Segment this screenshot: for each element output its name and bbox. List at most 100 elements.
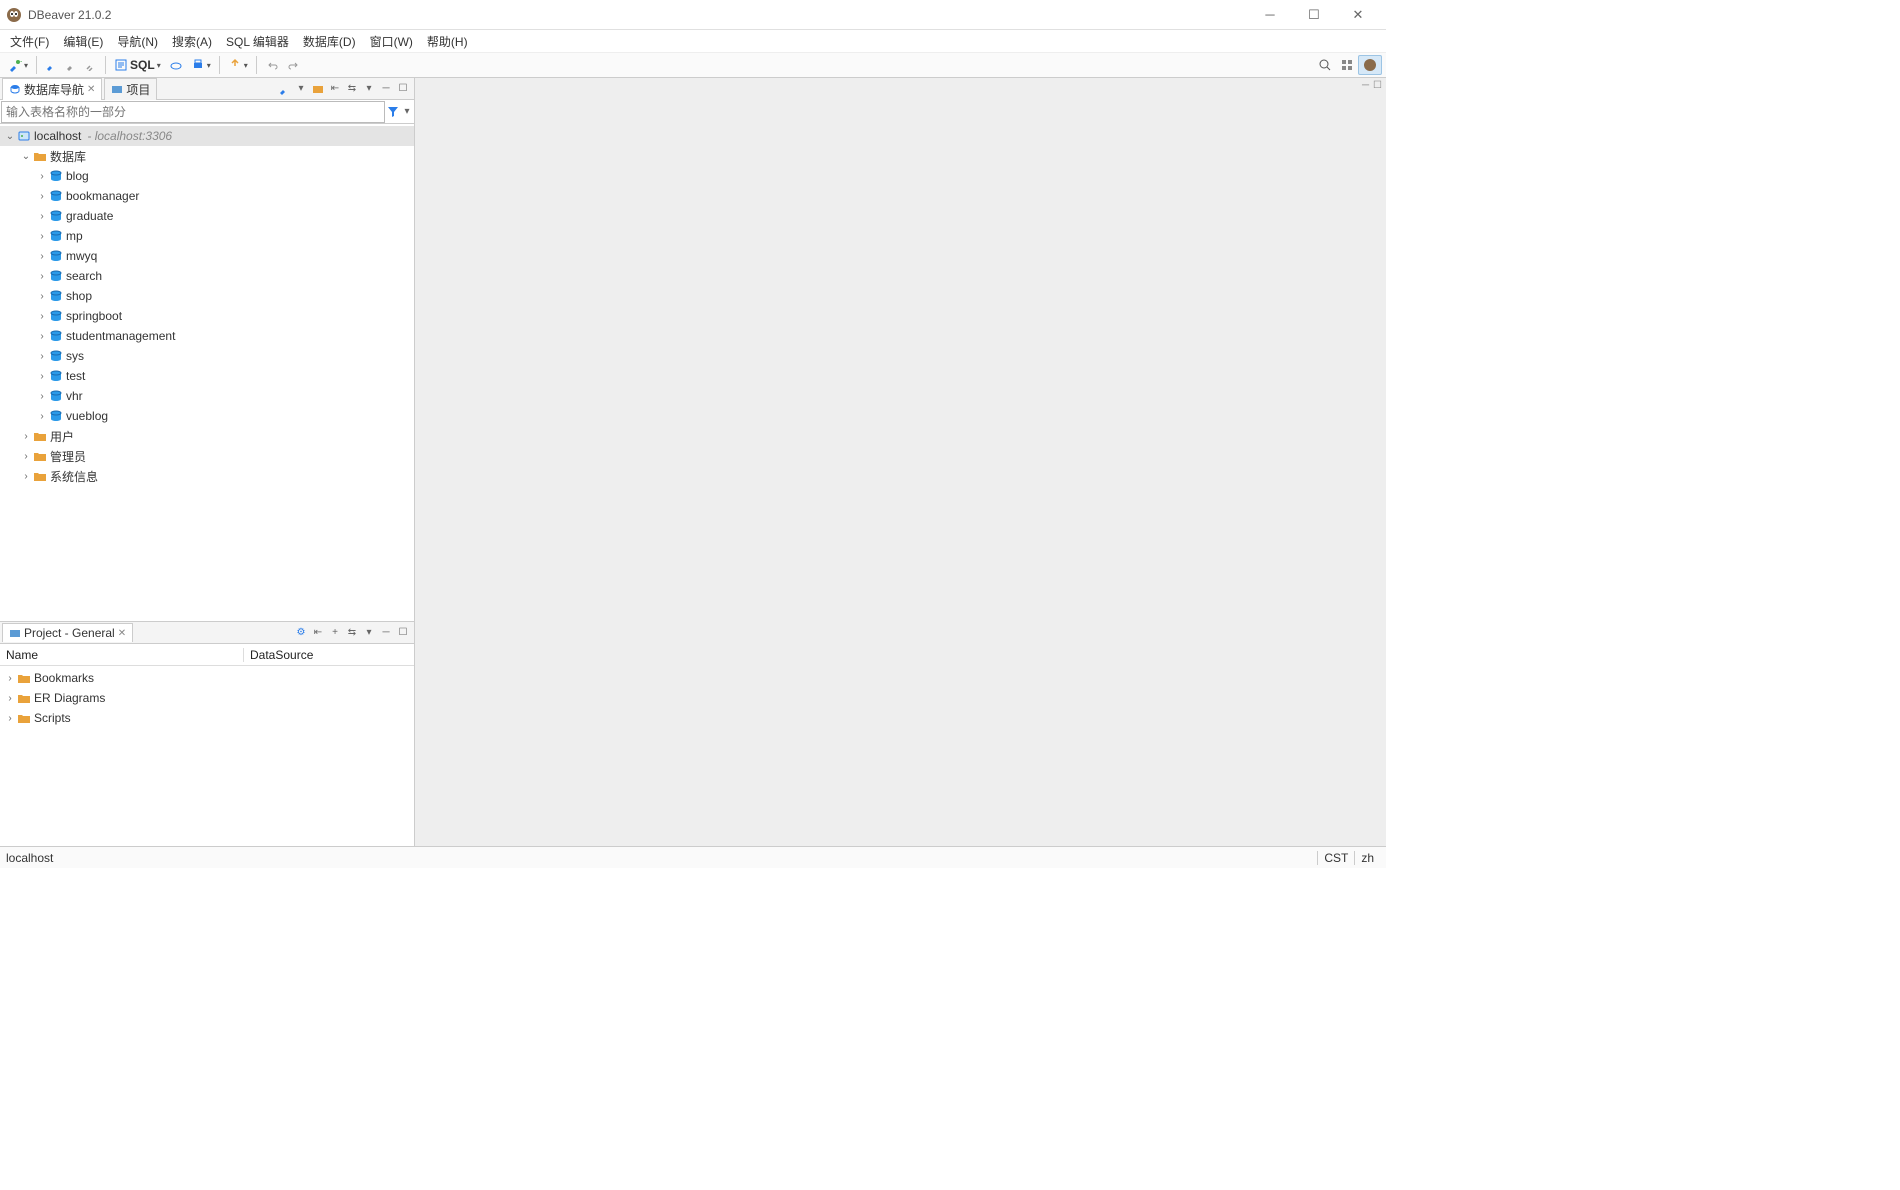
expand-arrow-icon[interactable]: › — [20, 471, 32, 482]
expand-arrow-icon[interactable]: › — [36, 271, 48, 282]
undo-button[interactable] — [261, 56, 283, 74]
disconnect-all-button[interactable] — [81, 57, 101, 73]
editor-minimize-icon[interactable]: ─ — [1362, 80, 1369, 91]
add-project-icon[interactable]: + — [328, 626, 342, 640]
expand-arrow-icon[interactable]: › — [20, 431, 32, 442]
view-menu-icon[interactable]: ▾ — [362, 82, 376, 96]
perspective-icon[interactable] — [1336, 56, 1358, 74]
expand-arrow-icon[interactable]: › — [36, 211, 48, 222]
col-name[interactable]: Name — [0, 648, 244, 662]
project-item-er-diagrams[interactable]: ›ER Diagrams — [0, 688, 414, 708]
tree-folder-管理员[interactable]: ›管理员 — [0, 446, 414, 466]
print-button[interactable]: ▾ — [187, 56, 215, 74]
tree-database-springboot[interactable]: ›springboot — [0, 306, 414, 326]
expand-arrow-icon[interactable]: › — [36, 411, 48, 422]
left-panel: 数据库导航 ✕ 项目 ▾ ⇤ ⇆ ▾ ─ ☐ — [0, 78, 415, 846]
tree-database-vhr[interactable]: ›vhr — [0, 386, 414, 406]
tab-db-navigator-label: 数据库导航 — [24, 81, 84, 98]
tab-project[interactable]: 项目 — [104, 78, 157, 100]
tree-database-blog[interactable]: ›blog — [0, 166, 414, 186]
expand-arrow-icon[interactable]: › — [4, 713, 16, 724]
tree-database-sys[interactable]: ›sys — [0, 346, 414, 366]
close-button[interactable]: ✕ — [1336, 1, 1380, 29]
editor-maximize-icon[interactable]: ☐ — [1373, 80, 1382, 91]
expand-arrow-icon[interactable]: › — [36, 371, 48, 382]
expand-arrow-icon[interactable]: › — [36, 351, 48, 362]
expand-arrow-icon[interactable]: › — [36, 231, 48, 242]
tree-database-search[interactable]: ›search — [0, 266, 414, 286]
expand-arrow-icon[interactable]: › — [36, 171, 48, 182]
tree-database-vueblog[interactable]: ›vueblog — [0, 406, 414, 426]
tree-folder-用户[interactable]: › 用户 — [0, 426, 414, 446]
search-icon[interactable] — [1314, 56, 1336, 74]
tree-item-label: test — [66, 369, 85, 383]
cloud-button[interactable] — [165, 56, 187, 74]
tree-item-icon — [48, 369, 64, 383]
project-view: Project - General ✕ ⚙ ⇤ + ⇆ ▾ ─ ☐ Name D… — [0, 621, 414, 846]
menu-edit[interactable]: 编辑(E) — [57, 31, 109, 52]
expand-arrow-icon[interactable]: ⌄ — [20, 151, 32, 162]
disconnect-button[interactable] — [61, 57, 81, 73]
tree-database-bookmanager[interactable]: ›bookmanager — [0, 186, 414, 206]
maximize-project-icon[interactable]: ☐ — [396, 626, 410, 640]
tree-database-mwyq[interactable]: ›mwyq — [0, 246, 414, 266]
commit-button[interactable]: ▾ — [224, 56, 252, 74]
tree-database-graduate[interactable]: ›graduate — [0, 206, 414, 226]
expand-arrow-icon[interactable]: › — [4, 673, 16, 684]
close-tab-icon[interactable]: ✕ — [87, 84, 95, 95]
minimize-view-icon[interactable]: ─ — [379, 82, 393, 96]
dbeaver-perspective-button[interactable] — [1358, 55, 1382, 75]
expand-arrow-icon[interactable]: ⌄ — [4, 131, 16, 142]
expand-arrow-icon[interactable]: › — [36, 311, 48, 322]
tree-folder-系统信息[interactable]: › 系统信息 — [0, 466, 414, 486]
tree-connection[interactable]: ⌄localhost- localhost:3306 — [0, 126, 414, 146]
expand-arrow-icon[interactable]: › — [36, 251, 48, 262]
redo-button[interactable] — [283, 56, 305, 74]
tab-db-navigator[interactable]: 数据库导航 ✕ — [2, 78, 102, 100]
folder-icon[interactable] — [311, 82, 325, 96]
menu-navigate[interactable]: 导航(N) — [111, 31, 164, 52]
new-connection-icon[interactable] — [277, 82, 291, 96]
collapse-icon[interactable]: ⇤ — [328, 82, 342, 96]
expand-arrow-icon[interactable]: › — [36, 291, 48, 302]
link-icon[interactable]: ⇆ — [345, 82, 359, 96]
tree-item-label: 系统信息 — [50, 468, 98, 485]
close-project-tab-icon[interactable]: ✕ — [118, 628, 126, 639]
expand-arrow-icon[interactable]: › — [36, 191, 48, 202]
menu-window[interactable]: 窗口(W) — [364, 31, 419, 52]
expand-arrow-icon[interactable]: › — [20, 451, 32, 462]
menu-file[interactable]: 文件(F) — [4, 31, 55, 52]
tree-database-mp[interactable]: ›mp — [0, 226, 414, 246]
filter-funnel-icon[interactable] — [386, 107, 400, 117]
minimize-button[interactable]: ─ — [1248, 1, 1292, 29]
menu-database[interactable]: 数据库(D) — [297, 31, 362, 52]
settings-icon[interactable]: ⚙ — [294, 626, 308, 640]
collapse-project-icon[interactable]: ⇤ — [311, 626, 325, 640]
expand-arrow-icon[interactable]: › — [4, 693, 16, 704]
tree-database-shop[interactable]: ›shop — [0, 286, 414, 306]
project-item-bookmarks[interactable]: ›Bookmarks — [0, 668, 414, 688]
filter-dropdown-icon[interactable]: ▾ — [400, 106, 414, 117]
new-connection-button[interactable]: +▾ — [4, 56, 32, 74]
filter-input[interactable] — [1, 101, 385, 123]
minimize-project-icon[interactable]: ─ — [379, 626, 393, 640]
maximize-button[interactable]: ☐ — [1292, 1, 1336, 29]
project-item-scripts[interactable]: ›Scripts — [0, 708, 414, 728]
tree-database-test[interactable]: › test — [0, 366, 414, 386]
connect-button[interactable] — [41, 57, 61, 73]
menu-sql-editor[interactable]: SQL 编辑器 — [220, 31, 295, 52]
dropdown-icon[interactable]: ▾ — [294, 82, 308, 96]
col-datasource[interactable]: DataSource — [244, 648, 319, 662]
link-project-icon[interactable]: ⇆ — [345, 626, 359, 640]
menu-help[interactable]: 帮助(H) — [421, 31, 474, 52]
tree-database-studentmanagement[interactable]: ›studentmanagement — [0, 326, 414, 346]
tab-project-general[interactable]: Project - General ✕ — [2, 623, 133, 642]
maximize-view-icon[interactable]: ☐ — [396, 82, 410, 96]
project-menu-icon[interactable]: ▾ — [362, 626, 376, 640]
menu-search[interactable]: 搜索(A) — [166, 31, 218, 52]
expand-arrow-icon[interactable]: › — [36, 391, 48, 402]
tree-item-label: 用户 — [50, 428, 74, 445]
sql-editor-button[interactable]: SQL▾ — [110, 56, 165, 74]
expand-arrow-icon[interactable]: › — [36, 331, 48, 342]
tree-db-folder[interactable]: ⌄数据库 — [0, 146, 414, 166]
